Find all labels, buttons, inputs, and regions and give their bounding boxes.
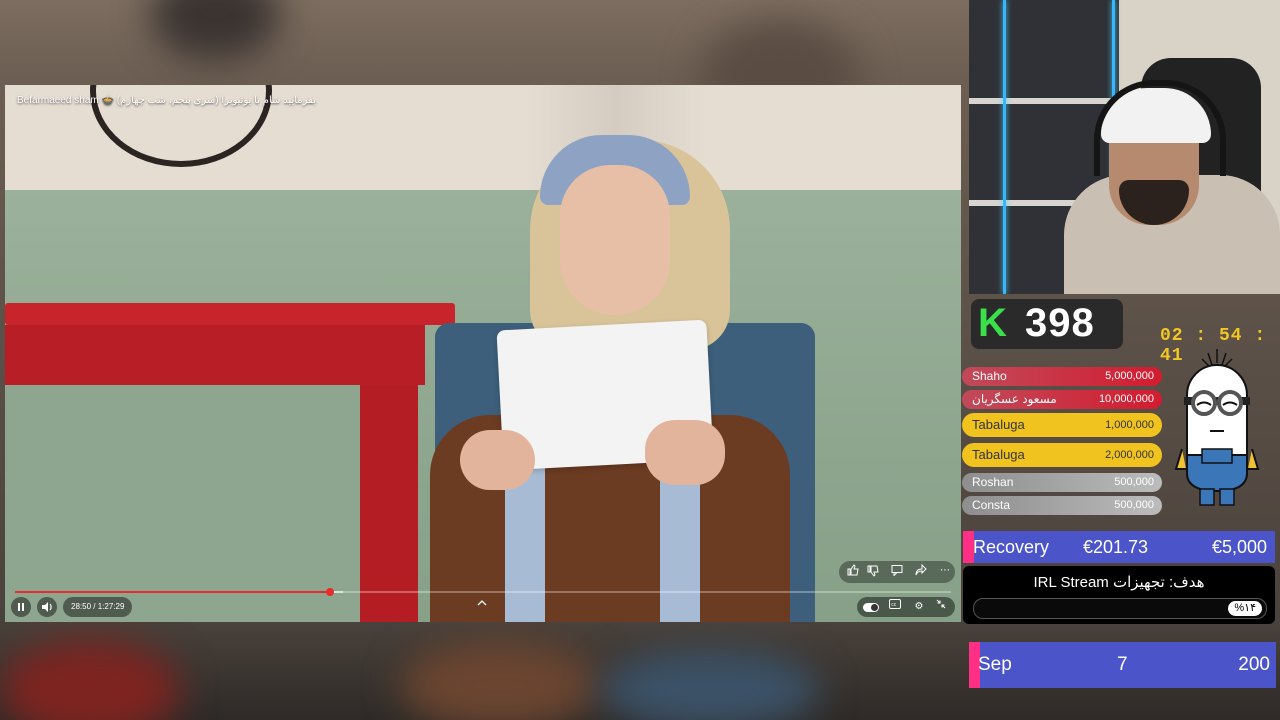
video-scene-face [560, 165, 670, 315]
donor-row: Consta 500,000 [962, 496, 1162, 515]
thumbs-up-icon[interactable] [845, 564, 861, 580]
webcam-led-strip [1003, 0, 1006, 294]
webcam-shelf-board [969, 98, 1119, 104]
more-icon[interactable]: ⋯ [937, 563, 953, 579]
volume-icon [42, 602, 52, 612]
video-scene-mantel-frieze [5, 325, 425, 385]
donor-name: Tabaluga [972, 447, 1025, 462]
seek-bar-played [15, 591, 331, 593]
donor-amount: 500,000 [1114, 499, 1154, 511]
current-time: 28:50 [71, 602, 92, 611]
video-scene-mantel-top [5, 303, 455, 325]
video-scene-scarf-right [660, 465, 700, 622]
donor-amount: 1,000,000 [1105, 419, 1154, 431]
video-player[interactable]: Befarmaeed sham 🍲 بفرمایید شام با یوتیوب… [5, 85, 961, 622]
pause-icon [18, 603, 24, 611]
minion-mascot [1174, 349, 1260, 506]
recovery-current: €201.73 [1083, 537, 1149, 557]
video-title[interactable]: Befarmaeed sham 🍲 بفرمایید شام با یوتیوب… [17, 95, 316, 106]
donor-row: Tabaluga 2,000,000 [962, 443, 1162, 467]
sep-target: 200 [1238, 654, 1270, 675]
donor-amount: 2,000,000 [1105, 449, 1154, 461]
donor-amount: 500,000 [1114, 476, 1154, 488]
comment-icon[interactable] [889, 564, 905, 580]
sep-goal-bar: Sep 7 200 [969, 642, 1276, 688]
viewer-count: 398 [1025, 301, 1095, 345]
kick-logo: K [978, 301, 1007, 345]
irl-goal-panel: هدف: تجهیزات IRL Stream %۱۴ [963, 566, 1275, 624]
video-scene-hand-left [460, 430, 535, 490]
chevron-up-icon[interactable] [477, 599, 487, 610]
captions-icon[interactable]: cc [887, 599, 903, 615]
video-scene-mantel-opening [5, 385, 360, 622]
time-display: 28:50 / 1:27:29 [63, 597, 133, 617]
video-actions-bar: ⋯ [839, 561, 955, 583]
donor-name: Tabaluga [972, 417, 1025, 432]
gear-icon[interactable]: ⚙ [911, 599, 927, 615]
goal-progress-track: %۱۴ [973, 598, 1267, 619]
donor-amount: 10,000,000 [1098, 393, 1154, 405]
goal-percent: %۱۴ [1228, 601, 1262, 616]
sep-label: Sep [978, 654, 1012, 675]
seek-bar[interactable] [15, 588, 951, 596]
donor-name: Roshan [972, 475, 1014, 489]
donor-row: مسعود عسگریان 10,000,000 [962, 390, 1162, 409]
donor-amount: 5,000,000 [1105, 370, 1154, 382]
svg-text:cc: cc [891, 602, 897, 608]
recovery-goal-bar: Recovery €201.73 €5,000 [963, 531, 1275, 563]
recovery-label: Recovery [973, 537, 1050, 557]
thumbs-down-icon[interactable] [865, 565, 881, 581]
autoplay-toggle[interactable] [863, 603, 879, 612]
video-scene-mantel-leg [360, 385, 418, 622]
donor-name: مسعود عسگریان [972, 392, 1057, 406]
goal-title: هدف: تجهیزات IRL Stream [1033, 574, 1205, 591]
donor-row: Shaho 5,000,000 [962, 367, 1162, 386]
player-right-controls: cc ⚙ [857, 597, 955, 617]
recovery-target: €5,000 [1211, 537, 1267, 557]
duration: 1:27:29 [97, 602, 125, 611]
volume-button[interactable] [37, 597, 57, 617]
donor-name: Shaho [972, 369, 1007, 383]
donor-row: Roshan 500,000 [962, 473, 1162, 492]
sep-value: 7 [1117, 654, 1128, 675]
video-scene-hand-right [645, 420, 725, 485]
pause-button[interactable] [11, 597, 31, 617]
donor-row: Tabaluga 1,000,000 [962, 413, 1162, 437]
donor-name: Consta [972, 498, 1011, 512]
webcam-feed [969, 0, 1280, 294]
exit-fullscreen-icon[interactable] [933, 599, 949, 615]
share-icon[interactable] [913, 563, 929, 580]
